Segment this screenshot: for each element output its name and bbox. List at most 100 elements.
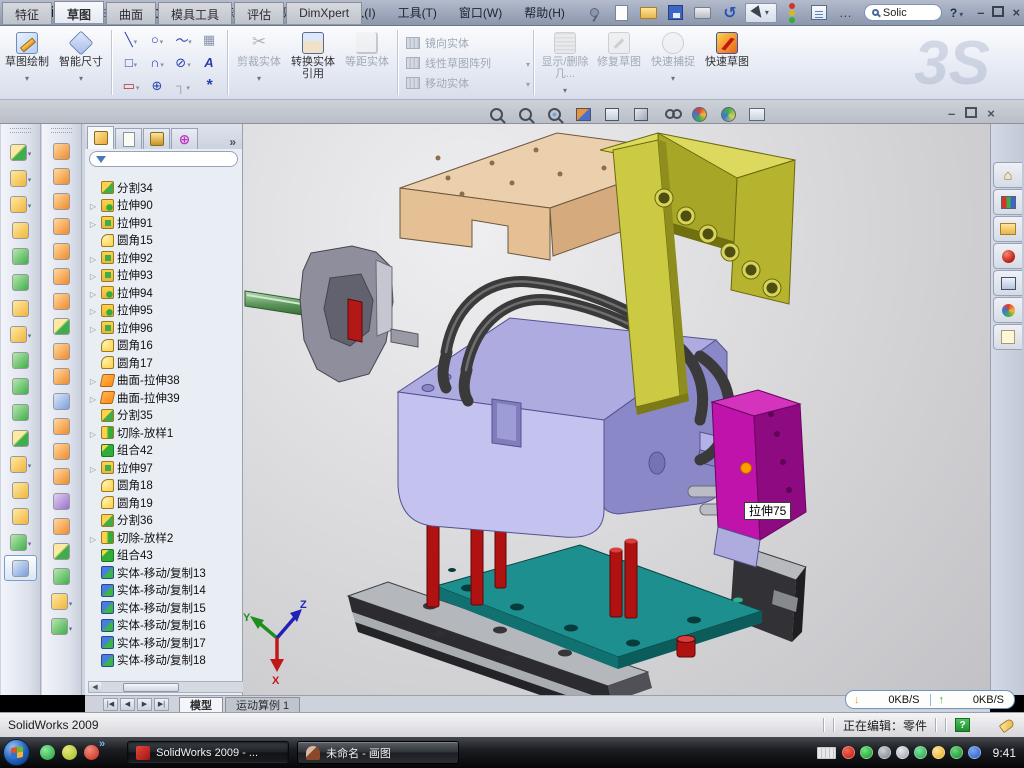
quick-tips-icon[interactable]: ? <box>955 718 970 732</box>
toolbar-button[interactable] <box>42 414 81 439</box>
sketch-tool-icon[interactable] <box>170 51 196 74</box>
doc-minimize-button[interactable]: – <box>948 106 955 121</box>
taskbar-window-button[interactable]: 未命名 - 画图 <box>297 741 459 764</box>
ribbon-tab[interactable]: 特征 <box>2 2 52 24</box>
toolbar-grip[interactable] <box>10 128 31 133</box>
feature-tree-item[interactable]: 实体-移动/复制16 <box>85 617 223 635</box>
titlebar-tool-icon[interactable] <box>807 3 831 23</box>
help-menu[interactable]: ? <box>950 6 963 20</box>
feature-tree-item[interactable]: 拉伸97 <box>85 459 223 477</box>
toolbar-button[interactable] <box>1 529 40 555</box>
command-button[interactable]: 智能尺寸 <box>54 26 108 99</box>
expand-arrow-icon[interactable] <box>88 216 98 230</box>
first-tab-icon[interactable]: |◀ <box>103 698 118 711</box>
tray-icon[interactable] <box>914 746 927 759</box>
toolbar-button[interactable] <box>1 165 40 191</box>
viewport-tool-icon[interactable] <box>515 105 535 123</box>
toolbar-button[interactable] <box>42 214 81 239</box>
tray-icon[interactable] <box>896 746 909 759</box>
highlighted-extrude-block[interactable] <box>712 390 806 567</box>
command-button[interactable]: 转换实体引用 <box>286 26 340 99</box>
command-row-button[interactable]: 镜向实体 <box>402 34 530 52</box>
feature-tree-item[interactable]: 拉伸95 <box>85 302 223 320</box>
tray-icon[interactable] <box>878 746 891 759</box>
scroll-thumb[interactable] <box>123 683 179 692</box>
feature-tree-item[interactable]: 圆角15 <box>85 232 223 250</box>
sketch-tool-icon[interactable] <box>170 28 196 51</box>
tray-icon[interactable] <box>842 746 855 759</box>
feature-tree-item[interactable]: 拉伸96 <box>85 319 223 337</box>
feature-tree-item[interactable]: 实体-移动/复制17 <box>85 634 223 652</box>
exploded-mold-assembly[interactable]: Y Z X <box>243 124 990 695</box>
toolbar-button[interactable] <box>42 614 81 639</box>
expand-arrow-icon[interactable] <box>88 198 98 212</box>
toolbar-button[interactable] <box>42 289 81 314</box>
sketch-tool-icon[interactable] <box>196 74 222 97</box>
toolbar-button[interactable] <box>1 347 40 373</box>
featuremanager-tab-icon[interactable] <box>87 126 114 149</box>
feature-tree-item[interactable]: 实体-移动/复制13 <box>85 564 223 582</box>
document-tab[interactable]: 运动算例 1 <box>225 697 300 712</box>
feature-tree-item[interactable]: 分割34 <box>85 179 223 197</box>
titlebar-tool-icon[interactable] <box>691 3 715 23</box>
feature-tree-item[interactable]: 分割35 <box>85 407 223 425</box>
viewport-tool-icon[interactable] <box>486 105 506 123</box>
document-tab[interactable]: 模型 <box>179 697 223 712</box>
expand-arrow-icon[interactable] <box>88 391 98 405</box>
expand-arrow-icon[interactable] <box>88 531 98 545</box>
command-row-button[interactable]: 线性草图阵列 <box>402 54 530 72</box>
feature-tree-item[interactable]: 实体-移动/复制14 <box>85 582 223 600</box>
expand-arrow-icon[interactable] <box>88 268 98 282</box>
feature-tree-item[interactable]: 实体-移动/复制18 <box>85 652 223 670</box>
command-button[interactable]: 草图绘制 <box>0 26 54 99</box>
clock[interactable]: 9:41 <box>993 746 1016 760</box>
expand-arrow-icon[interactable] <box>88 461 98 475</box>
sprue-and-insert[interactable] <box>245 246 418 382</box>
sketch-tool-icon[interactable] <box>118 74 144 97</box>
toolbar-button[interactable] <box>1 269 40 295</box>
feature-tree-item[interactable]: 切除-放样1 <box>85 424 223 442</box>
command-button[interactable]: 修复草图 <box>592 26 646 99</box>
toolbar-button[interactable] <box>1 217 40 243</box>
ribbon-tab[interactable]: 曲面 <box>106 2 156 24</box>
feature-tree-item[interactable]: 圆角18 <box>85 477 223 495</box>
command-button[interactable]: 等距实体 <box>340 26 394 99</box>
toolbar-button[interactable] <box>42 339 81 364</box>
titlebar-tool-icon[interactable] <box>834 3 858 23</box>
toolbar-button[interactable] <box>1 139 40 165</box>
quick-launch-icon[interactable] <box>84 745 99 760</box>
command-button[interactable]: 快速草图 <box>700 26 754 99</box>
toolbar-button[interactable] <box>42 514 81 539</box>
feature-tree-item[interactable]: 拉伸90 <box>85 197 223 215</box>
titlebar-tool-icon[interactable] <box>610 3 634 23</box>
task-pane-tab-icon[interactable] <box>993 270 1022 296</box>
expand-arrow-icon[interactable] <box>88 373 98 387</box>
menu-item[interactable]: 帮助(H) <box>514 1 575 24</box>
doc-restore-button[interactable] <box>965 106 977 121</box>
feature-tree-item[interactable]: 组合43 <box>85 547 223 565</box>
task-pane-tab-icon[interactable] <box>993 189 1022 215</box>
task-pane-tab-icon[interactable] <box>993 162 1022 188</box>
task-pane-tab-icon[interactable] <box>993 216 1022 242</box>
command-button[interactable]: 显示/删除几... <box>538 26 592 99</box>
task-pane-tab-icon[interactable] <box>993 297 1022 323</box>
viewport-tool-icon[interactable] <box>544 105 564 123</box>
feature-tree-item[interactable]: 圆角16 <box>85 337 223 355</box>
tags-icon[interactable] <box>999 717 1016 732</box>
next-tab-icon[interactable]: ▶ <box>137 698 152 711</box>
toolbar-button[interactable] <box>1 503 40 529</box>
start-button[interactable] <box>3 739 30 766</box>
toolbar-button[interactable] <box>42 464 81 489</box>
ribbon-tab[interactable]: 草图 <box>54 1 104 23</box>
close-button[interactable]: × <box>1012 5 1020 20</box>
feature-tree-item[interactable]: 圆角17 <box>85 354 223 372</box>
titlebar-tool-icon[interactable] <box>583 3 607 23</box>
titlebar-tool-icon[interactable] <box>745 3 777 23</box>
expand-arrow-icon[interactable] <box>88 286 98 300</box>
toolbar-button[interactable] <box>42 239 81 264</box>
tray-icon[interactable] <box>860 746 873 759</box>
viewport-tool-icon[interactable] <box>631 105 651 123</box>
restore-button[interactable] <box>992 5 1004 20</box>
viewport-tool-icon[interactable] <box>718 105 738 123</box>
titlebar-tool-icon[interactable] <box>718 3 742 23</box>
